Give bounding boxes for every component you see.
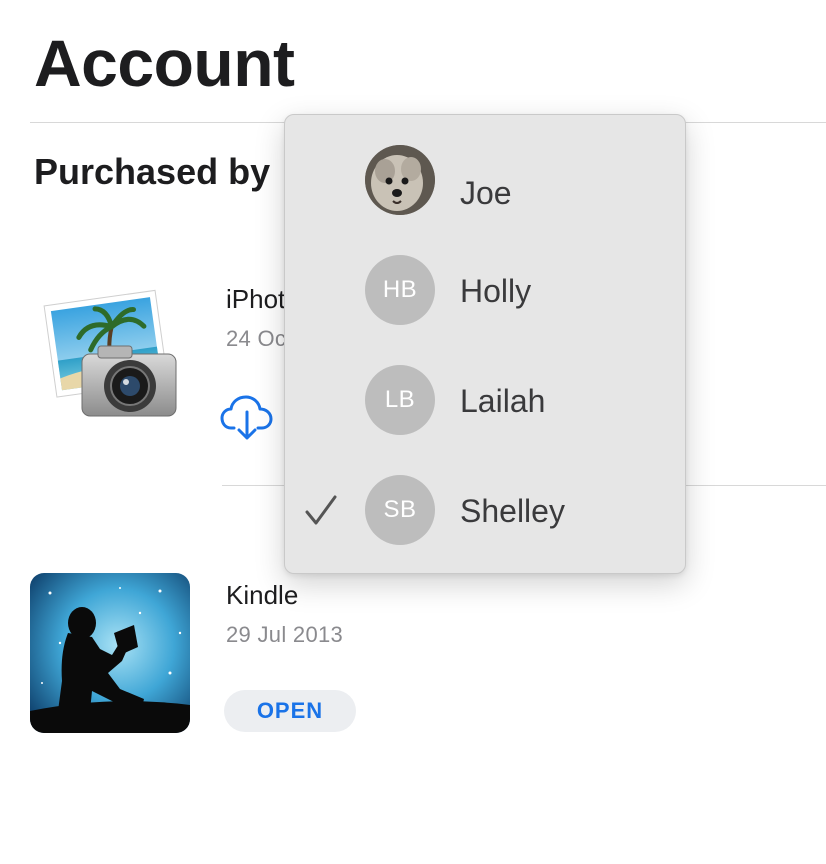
app-date: 24 Oct: [226, 326, 293, 351]
avatar-photo: [365, 145, 435, 215]
open-button[interactable]: OPEN: [224, 690, 356, 732]
purchased-by-menu: Joe HB Holly LB Lailah SB Shelley: [284, 114, 686, 574]
cloud-download-icon[interactable]: [220, 392, 274, 442]
iphoto-app-icon[interactable]: [42, 288, 182, 420]
menu-item-label: Shelley: [460, 493, 565, 529]
menu-item-joe[interactable]: Joe: [285, 127, 685, 237]
kindle-app-icon[interactable]: [30, 573, 190, 733]
checkmark-icon: [305, 495, 337, 525]
page-title: Account: [34, 26, 295, 100]
section-title: Purchased by: [34, 151, 271, 192]
menu-item-label: Lailah: [460, 383, 546, 419]
menu-item-holly[interactable]: HB Holly: [285, 237, 685, 347]
menu-item-label: Joe: [460, 175, 512, 211]
avatar: SB: [365, 475, 435, 545]
menu-item-lailah[interactable]: LB Lailah: [285, 347, 685, 457]
app-date: 29 Jul 2013: [226, 622, 344, 647]
menu-item-label: Holly: [460, 273, 532, 309]
menu-item-shelley[interactable]: SB Shelley: [285, 457, 685, 567]
app-name[interactable]: Kindle: [226, 580, 298, 611]
avatar: HB: [365, 255, 435, 325]
avatar: LB: [365, 365, 435, 435]
